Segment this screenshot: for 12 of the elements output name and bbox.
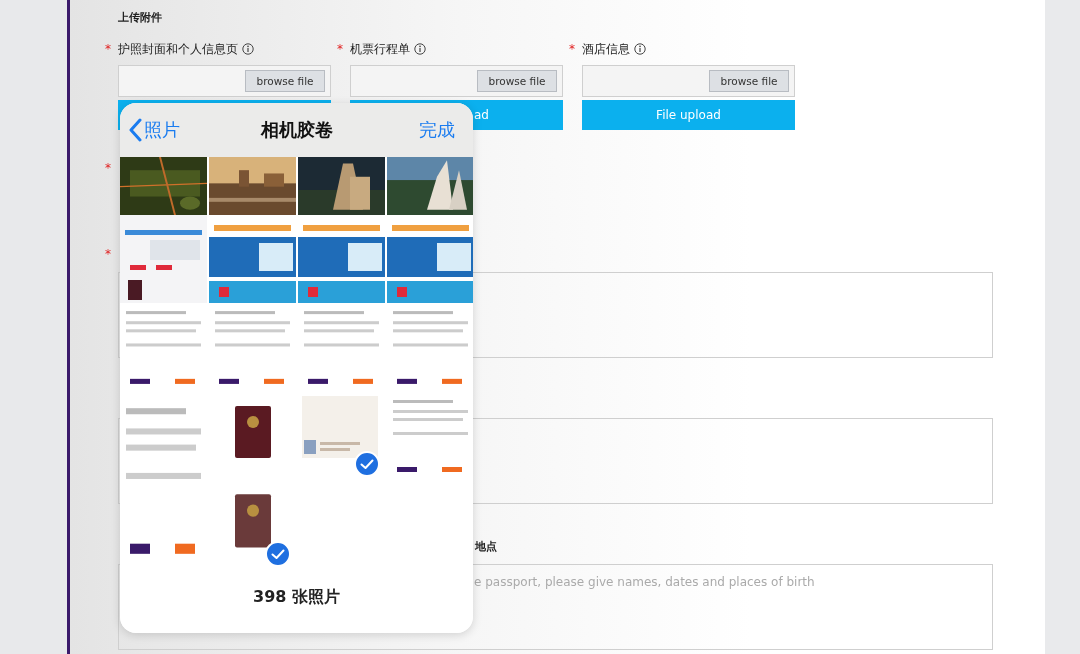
section-heading: 上传附件 [118,10,163,25]
picker-title: 相机胶卷 [260,118,333,142]
required-mark: * [569,42,576,56]
required-mark: * [105,247,112,261]
field-label: 机票行程单 [350,40,410,58]
required-mark: * [337,42,344,56]
field-label: 护照封面和个人信息页 [118,40,238,58]
photo-count: 398 张照片 [120,570,473,633]
field-label: 酒店信息 [582,40,630,58]
required-mark: * [105,42,112,56]
field-label: 地点 [475,538,497,554]
required-mark: * [105,161,112,175]
